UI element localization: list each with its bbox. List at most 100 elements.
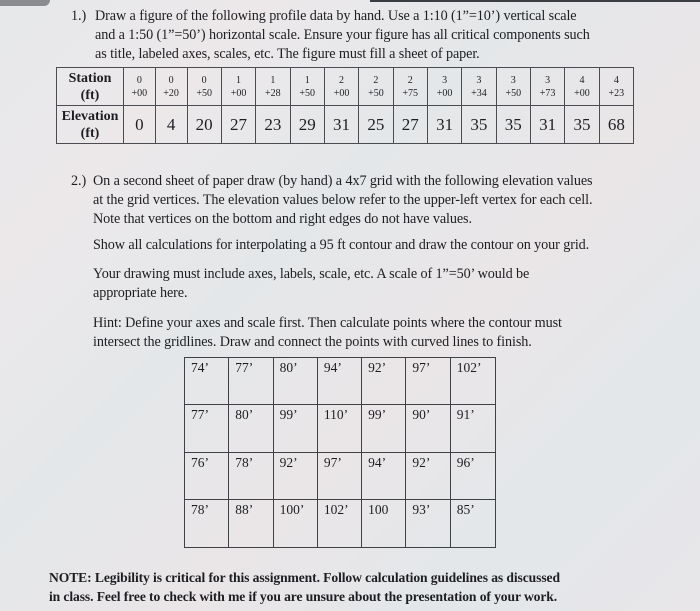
grid-cell: 94’ — [362, 452, 407, 500]
station-hundreds: 4 — [579, 74, 585, 86]
station-hundreds: 4 — [613, 74, 619, 86]
station-hundreds: 3 — [510, 74, 516, 86]
grid-cell: 77’ — [185, 405, 230, 453]
station-cell: 4 +23 — [598, 67, 635, 106]
station-cell: 3 +34 — [461, 67, 497, 106]
grid-cell: 96’ — [450, 453, 495, 500]
elevation-row: Elevation (ft) 0 4 20 27 23 29 31 25 27 31 35 35 31 3… — [56, 105, 635, 144]
grid-cell: 102’ — [450, 358, 495, 406]
station-hundreds: 1 — [304, 74, 310, 86]
grid-cell: 77’ — [229, 358, 274, 406]
elevation-cell: 31 — [426, 105, 463, 144]
note-line: NOTE: Legibility is critical for this as… — [49, 570, 560, 585]
window-edge — [0, 0, 50, 6]
station-hundreds: 0 — [201, 74, 207, 86]
elevation-grid: 74’ 77’ 80’ 94’ 92’ 97’ 102’ 77’ 80’ 99’ 110’ 99’ 90… — [184, 357, 496, 548]
q1-line: as title, labeled axes, scales, etc. The… — [95, 46, 480, 62]
station-cell: 1 +50 — [289, 67, 325, 106]
station-hundreds: 0 — [136, 74, 142, 86]
station-cell: 0 +20 — [154, 67, 188, 106]
grid-cell: 100 — [362, 499, 407, 547]
station-cell: 2 +50 — [358, 67, 394, 106]
station-hundreds: 3 — [442, 74, 448, 86]
station-hundreds: 2 — [339, 74, 345, 86]
station-cell: 2 +75 — [392, 67, 428, 106]
station-offset: +75 — [402, 87, 419, 99]
elevation-cell: 29 — [289, 105, 325, 144]
station-offset: +34 — [471, 87, 487, 99]
q2-hint-line: intersect the gridlines. Draw and connec… — [93, 334, 532, 350]
grid-cell: 93’ — [406, 499, 451, 547]
grid-cell: 110’ — [317, 405, 363, 453]
elevation-cell: 25 — [358, 105, 394, 144]
grid-cell: 97’ — [406, 358, 451, 406]
elevation-header-unit: (ft) — [80, 125, 100, 141]
station-offset: +20 — [163, 87, 179, 99]
station-cell: 3 +50 — [495, 67, 531, 106]
q2-hint: Hint: Define your axes and scale first. … — [93, 314, 562, 352]
station-cell: 1 +28 — [255, 67, 291, 106]
q2-drawing-line: appropriate here. — [93, 285, 188, 301]
q2-line: at the grid vertices. The elevation valu… — [93, 192, 593, 208]
q1-text: Draw a figure of the following profile d… — [95, 7, 655, 64]
station-header: Station (ft) — [56, 67, 124, 106]
station-offset: +00 — [131, 87, 148, 99]
station-cell: 0 +00 — [123, 67, 156, 106]
station-hundreds: 1 — [236, 74, 242, 86]
q2-calc: Show all calculations for interpolating … — [93, 237, 590, 253]
station-header-unit: (ft) — [80, 87, 100, 103]
q1-number: 1.) — [71, 8, 87, 24]
station-cell: 2 +00 — [323, 67, 360, 106]
elevation-cell: 35 — [564, 105, 600, 144]
station-offset: +50 — [196, 87, 212, 99]
elevation-cell: 0 — [123, 105, 156, 144]
grid-cell: 102’ — [318, 499, 363, 547]
grid-cell: 92’ — [273, 452, 318, 500]
elevation-cell: 35 — [495, 105, 531, 144]
station-hundreds: 0 — [168, 74, 174, 86]
grid-cell: 90’ — [406, 405, 451, 453]
q2-drawing: Your drawing must include axes, labels, … — [93, 265, 529, 303]
station-cell: 0 +50 — [186, 67, 222, 106]
grid-cell: 80’ — [229, 405, 274, 453]
grid-cell: 97’ — [317, 452, 363, 500]
station-hundreds: 3 — [476, 74, 482, 86]
elevation-cell: 4 — [154, 105, 188, 144]
station-cell: 3 +73 — [529, 67, 566, 106]
station-hundreds: 1 — [270, 74, 276, 86]
station-hundreds: 2 — [373, 74, 379, 86]
station-hundreds: 2 — [407, 74, 413, 86]
elevation-cell: 27 — [220, 105, 257, 144]
q2-line: On a second sheet of paper draw (by hand… — [93, 173, 593, 189]
profile-data-table: Station (ft) 0 +00 0 +20 0 +50 1 +00 1 +28 1 +50 2 +0… — [56, 67, 635, 144]
elevation-cell: 35 — [461, 105, 497, 144]
station-cell: 1 +00 — [220, 67, 257, 106]
grid-cell: 99’ — [362, 405, 407, 453]
station-offset: +00 — [574, 87, 590, 99]
elevation-cell: 27 — [392, 105, 428, 144]
elevation-cell: 31 — [529, 105, 566, 144]
grid-cell: 76’ — [185, 452, 230, 500]
grid-cell: 88’ — [229, 499, 274, 547]
q1-line: and a 1:50 (1”=50’) horizontal scale. En… — [95, 27, 590, 43]
grid-cell: 78’ — [229, 452, 274, 500]
grid-cell: 80’ — [273, 358, 318, 406]
elevation-cell: 31 — [323, 105, 360, 144]
station-hundreds: 3 — [545, 74, 551, 86]
station-offset: +23 — [608, 87, 625, 99]
station-header-label: Station — [68, 70, 112, 86]
station-offset: +00 — [230, 87, 247, 99]
station-offset: +00 — [436, 87, 453, 99]
station-offset: +50 — [368, 87, 384, 99]
grid-cell: 92’ — [362, 358, 407, 406]
station-cell: 3 +00 — [426, 67, 463, 106]
elevation-header-label: Elevation — [61, 108, 119, 124]
elevation-cell: 23 — [255, 105, 291, 144]
q2-drawing-line: Your drawing must include axes, labels, … — [93, 266, 530, 282]
q2-number: 2.) — [71, 173, 87, 189]
q2-hint-line: Hint: Define your axes and scale first. … — [93, 315, 562, 331]
grid-cell: 94’ — [317, 358, 363, 406]
grid-cell: 100’ — [274, 499, 318, 547]
note: NOTE: Legibility is critical for this as… — [49, 568, 560, 606]
station-offset: +50 — [505, 87, 522, 99]
